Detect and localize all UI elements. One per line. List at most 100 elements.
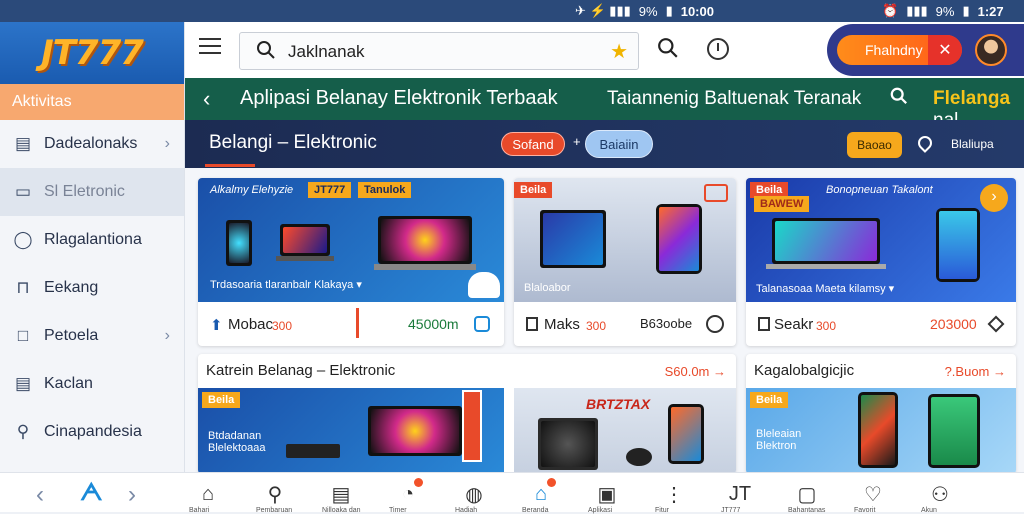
sidebar-item-label: Petoela	[44, 327, 99, 344]
sidebar-item[interactable]: ⚲ Cinapandesia	[0, 408, 184, 456]
nav-icon[interactable]: ⚲	[262, 481, 288, 507]
filter-chip-red[interactable]: Sofand	[501, 132, 565, 156]
sidebar-item-label: Cinapandesia	[44, 423, 142, 440]
promo-badge-2: Tanulok	[358, 182, 412, 198]
tv-image	[368, 406, 462, 456]
location-label[interactable]: Blaliupa	[951, 137, 994, 151]
nav-icon[interactable]: ▢	[794, 481, 820, 507]
bag-icon: ⊓	[16, 278, 30, 297]
price-hint: 300	[816, 319, 837, 333]
promo-caption: Btdadanan Blelektoaaa	[208, 430, 266, 454]
history-clock-icon[interactable]	[707, 38, 729, 60]
account-pill[interactable]: Fhalndny ✕	[837, 35, 962, 65]
chevron-right-icon[interactable]: ›	[165, 327, 170, 345]
nav-logo-icon[interactable]: ᗅ	[80, 479, 103, 507]
signal-icon: ▮▮▮	[906, 3, 928, 18]
sidebar-item[interactable]: ⊓ Eekang	[0, 264, 184, 312]
sidebar-item[interactable]: ▤ Kaclan	[0, 360, 184, 408]
search-input[interactable]: Jaklnanak ★	[239, 32, 639, 70]
menu-icon[interactable]	[199, 38, 221, 56]
clock-icon[interactable]	[706, 315, 724, 333]
monitor-icon: ▭	[14, 182, 32, 201]
speaker-image	[462, 390, 482, 462]
chat-bubble-icon[interactable]	[468, 272, 500, 298]
smartphone-image	[858, 392, 898, 468]
sidebar-item[interactable]: ▤ Dadealonaks ›	[0, 120, 184, 168]
sidebar-item[interactable]: □ Petoela ›	[0, 312, 184, 360]
product-promo: Beila Bonopneuan Takalont BAWEW › Talana…	[746, 178, 1016, 302]
filter-chip-orange[interactable]: Baoao	[847, 132, 902, 158]
filter-chip-blue[interactable]: Baiaiin	[585, 130, 653, 158]
nav-label: Bahari	[189, 507, 210, 514]
close-icon[interactable]: ✕	[928, 35, 962, 65]
logo-area[interactable]: JT777	[0, 22, 184, 84]
location-pin-icon[interactable]	[915, 133, 935, 153]
promo-caption: Blaloabor	[524, 282, 571, 294]
section-card[interactable]: BRTZTAX	[514, 388, 736, 474]
avatar[interactable]	[975, 34, 1007, 66]
nav-icon[interactable]: ◔	[395, 478, 423, 507]
sidebar-item-label: Rlagalantiona	[44, 231, 142, 248]
diamond-icon[interactable]	[987, 315, 1005, 333]
section-panel: Kagalobalgicjic ?.Buom → Beila Bleleaian…	[746, 354, 1016, 474]
nav-icon[interactable]: ⌂	[528, 478, 556, 507]
nav-label: Hadiah	[455, 507, 478, 514]
nav-icon[interactable]: ▤	[328, 481, 354, 507]
nav-icon[interactable]: ⋮	[661, 481, 687, 507]
category-header: Belangi – Elektronic Sofand + Baiaiin Ba…	[185, 120, 1024, 168]
nav-icon[interactable]: ⌂	[195, 481, 221, 507]
next-arrow-icon[interactable]: ›	[980, 184, 1008, 212]
product-footer: Seakr 300 203000	[746, 304, 1016, 346]
favorite-star-icon[interactable]: ★	[610, 39, 628, 64]
alarm-icon: ⏰	[882, 3, 899, 18]
status-bar: ✈ ⚡ ▮▮▮ 9% ▮ 10:00 ⏰ ▮▮▮ 9% ▮ 1:27	[0, 0, 1024, 22]
bottom-nav: ‹ ᗅ › ⌂ Bahari ⚲ Pembaruan ▤ Nilloaka dan ◔ Tim…	[0, 472, 1024, 514]
status-icons: ✈ ⚡ ▮▮▮	[575, 3, 631, 18]
laptop-image	[280, 224, 330, 256]
phone-image	[226, 220, 252, 266]
account-pill-label: Fhalndny	[865, 42, 923, 58]
product-card[interactable]: Beila Blaloabor Maks 300 B63oobe	[514, 178, 736, 346]
product-card[interactable]: Beila Bonopneuan Takalont BAWEW › Talana…	[746, 178, 1016, 346]
nav-forward-icon[interactable]: ›	[128, 481, 136, 509]
nav-icon[interactable]: ♡	[860, 481, 886, 507]
chat-icon: ◯	[13, 230, 33, 249]
nav-icon[interactable]: ▣	[594, 481, 620, 507]
sidebar-title: Aktivitas	[0, 84, 184, 120]
nav-label: Timer	[389, 507, 407, 514]
search-button-icon[interactable]	[657, 37, 679, 64]
nav-label: Nilloaka dan	[322, 507, 361, 514]
product-name: Maks	[544, 316, 580, 333]
nav-label: Fitur	[655, 507, 669, 514]
section-link[interactable]: ?.Buom →	[945, 364, 1006, 379]
nav-icon[interactable]: ⚇	[927, 481, 953, 507]
chevron-right-icon[interactable]: ›	[165, 135, 170, 153]
section-link[interactable]: S60.0m →	[665, 364, 726, 379]
promo-title: Alkalmy Elehyzie	[210, 184, 294, 196]
product-promo: Beila Blaloabor	[514, 178, 736, 302]
square-icon: □	[17, 326, 29, 345]
sidebar-item[interactable]: ▭ Sl Eletronic	[0, 168, 184, 216]
cart-icon[interactable]	[474, 316, 490, 332]
sidebar-item-label: Eekang	[44, 279, 99, 296]
nav-icon[interactable]: JT	[727, 481, 753, 507]
monitor-image	[378, 216, 472, 264]
product-card[interactable]: Alkalmy Elehyzie JT777 Tanulok Trdasoari…	[198, 178, 504, 346]
banner-search-icon[interactable]	[890, 87, 908, 111]
search-icon: ⚲	[16, 422, 30, 441]
section-card[interactable]: Beila Btdadanan Blelektoaaa	[198, 388, 504, 474]
title-underline	[205, 164, 255, 167]
section-card[interactable]: Beila Bleleaian Blektron	[746, 388, 1016, 474]
nav-label: Bahantanas	[788, 507, 826, 514]
product-price: 45000m	[408, 316, 459, 332]
promo-caption: Bleleaian Blektron	[756, 428, 802, 452]
nav-back-icon[interactable]: ‹	[36, 481, 44, 509]
product-footer: Maks 300 B63oobe	[514, 304, 736, 346]
banner-subtitle: Taiannenig Baltuenak Teranak	[607, 88, 862, 109]
nav-icon[interactable]: ◍	[461, 481, 487, 507]
banner-title: Aplipasi Belanay Elektronik Terbaak	[240, 87, 558, 109]
sidebar-item[interactable]: ◯ Rlagalantiona	[0, 216, 184, 264]
back-arrow-icon[interactable]: ‹	[203, 86, 210, 112]
gift-icon[interactable]	[704, 184, 728, 202]
battery-level-right: 9%	[935, 3, 955, 19]
